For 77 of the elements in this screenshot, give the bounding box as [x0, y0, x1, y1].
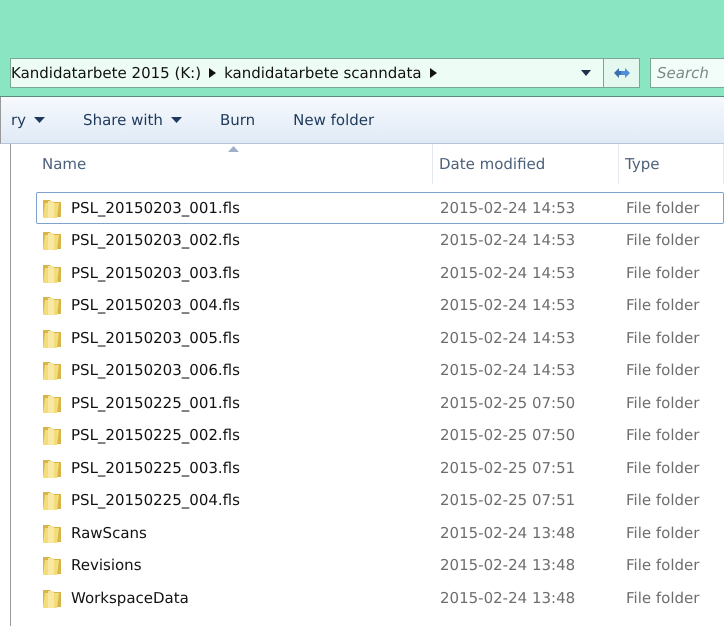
file-type: File folder	[625, 491, 700, 510]
file-name: PSL_20150203_002.fls	[71, 231, 240, 250]
file-row[interactable]: PSL_20150225_001.fls 2015-02-25 07:50 File folder	[36, 387, 724, 418]
file-row[interactable]: PSL_20150203_005.fls 2015-02-24 14:53 File folder	[36, 322, 724, 354]
chevron-icon[interactable]	[209, 68, 216, 78]
column-header[interactable]: Date modified	[433, 144, 619, 184]
breadcrumb[interactable]: Kandidatarbete 2015 (K:)	[11, 64, 202, 82]
address-bar[interactable]: Kandidatarbete 2015 (K:) kandidatarbete scanndata	[10, 58, 640, 88]
file-type: File folder	[625, 296, 700, 314]
file-row[interactable]: PSL_20150203_006.fls 2015-02-24 14:53 File folder	[36, 354, 724, 386]
date-modified: 2015-02-24 14:53	[439, 328, 576, 347]
date-modified: 2015-02-25 07:50	[439, 394, 576, 412]
file-type: File folder	[625, 588, 700, 607]
file-name: PSL_20150203_001.fls	[71, 198, 240, 217]
toolbar-button[interactable]: Burn	[220, 107, 264, 133]
chevron-icon[interactable]	[430, 68, 437, 78]
column-header[interactable]: Type	[619, 144, 724, 184]
file-name: Revisions	[71, 556, 142, 574]
file-name: PSL_20150203_004.fls	[71, 296, 240, 314]
file-row[interactable]: WorkspaceData 2015-02-24 13:48 File folder	[36, 582, 724, 614]
column-header[interactable]: Name	[36, 144, 433, 184]
file-type: File folder	[625, 231, 700, 250]
breadcrumb[interactable]: kandidatarbete scanndata	[224, 64, 422, 82]
date-modified: 2015-02-24 14:53	[439, 361, 576, 380]
search-field[interactable]: Search	[650, 58, 724, 88]
file-type: File folder	[625, 524, 700, 542]
file-type: File folder	[625, 556, 700, 574]
folder-icon	[41, 489, 63, 512]
file-row[interactable]: PSL_20150225_004.fls 2015-02-25 07:51 File folder	[36, 484, 724, 516]
toolbar-button[interactable]: ry	[11, 107, 54, 133]
file-row[interactable]: PSL_20150225_002.fls 2015-02-25 07:50 File folder	[36, 420, 724, 451]
file-row[interactable]: RawScans 2015-02-24 13:48 File folder	[36, 517, 724, 548]
date-modified: 2015-02-24 13:48	[439, 524, 576, 542]
sort-arrow-icon	[228, 146, 239, 152]
file-type: File folder	[625, 458, 700, 477]
file-row[interactable]: PSL_20150203_003.fls 2015-02-24 14:53 File folder	[36, 257, 724, 288]
date-modified: 2015-02-24 14:53	[439, 296, 576, 314]
file-type: File folder	[625, 426, 700, 444]
date-modified: 2015-02-24 14:53	[439, 198, 576, 217]
folder-icon	[41, 229, 63, 252]
date-modified: 2015-02-24 14:53	[439, 264, 576, 282]
file-row[interactable]: PSL_20150203_001.fls 2015-02-24 14:53 File folder	[36, 192, 724, 224]
file-name: PSL_20150203_003.fls	[71, 264, 240, 282]
date-modified: 2015-02-25 07:51	[439, 458, 576, 477]
file-row[interactable]: PSL_20150203_002.fls 2015-02-24 14:53 File folder	[36, 224, 724, 256]
file-row[interactable]: PSL_20150203_004.fls 2015-02-24 14:53 File folder	[36, 290, 724, 321]
file-type: File folder	[625, 361, 700, 380]
file-row[interactable]: Revisions 2015-02-24 13:48 File folder	[36, 550, 724, 581]
file-name: PSL_20150225_004.fls	[71, 491, 240, 510]
file-type: File folder	[625, 264, 700, 282]
file-name: WorkspaceData	[71, 588, 189, 607]
file-name: PSL_20150203_006.fls	[71, 361, 240, 380]
dropdown-icon[interactable]	[581, 70, 591, 76]
caret-icon	[34, 117, 46, 123]
folder-icon	[41, 554, 63, 576]
toolbar-button[interactable]: Share with	[83, 107, 190, 133]
date-modified: 2015-02-24 13:48	[439, 556, 576, 574]
refresh-button[interactable]	[603, 59, 639, 87]
file-name: RawScans	[71, 524, 147, 542]
toolbar-button[interactable]: New folder	[293, 107, 382, 133]
date-modified: 2015-02-25 07:51	[439, 491, 576, 510]
refresh-icon	[612, 66, 632, 80]
caret-icon	[170, 117, 182, 123]
file-name: PSL_20150225_001.fls	[71, 394, 240, 412]
folder-icon	[41, 294, 63, 316]
file-type: File folder	[625, 198, 700, 217]
file-row[interactable]: PSL_20150225_003.fls 2015-02-25 07:51 File folder	[36, 452, 724, 484]
file-type: File folder	[625, 328, 700, 347]
file-name: PSL_20150225_003.fls	[71, 458, 240, 477]
date-modified: 2015-02-24 14:53	[439, 231, 576, 250]
folder-icon	[41, 359, 63, 382]
file-type: File folder	[625, 394, 700, 412]
folder-icon	[41, 424, 63, 446]
date-modified: 2015-02-24 13:48	[439, 588, 576, 607]
file-name: PSL_20150225_002.fls	[71, 426, 240, 444]
file-name: PSL_20150203_005.fls	[71, 328, 240, 347]
date-modified: 2015-02-25 07:50	[439, 426, 576, 444]
